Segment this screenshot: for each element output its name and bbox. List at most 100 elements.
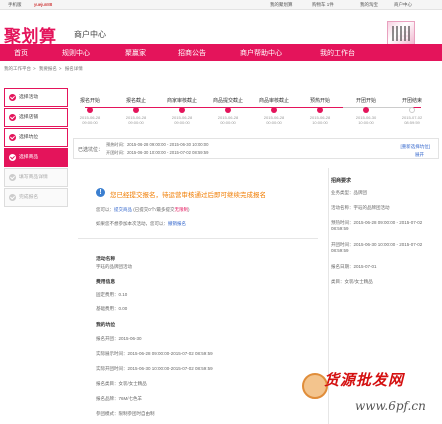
notice-actions: 您可以：提交商品 (已提交0个/最多提交无限制) bbox=[96, 207, 190, 212]
timeline-step-time: 2015-06-30 10:00:00 bbox=[355, 115, 377, 125]
req-date: 报名日期：2015-07-01 bbox=[331, 264, 377, 269]
divider bbox=[78, 238, 318, 239]
breadcrumb-item: 报名详情 bbox=[64, 66, 83, 71]
my-juhuasuan-link[interactable]: 我的聚划算 bbox=[270, 2, 293, 8]
nav-item-home[interactable]: 首页 bbox=[14, 48, 28, 58]
signup-steps-sidebar: 选择活动 选择店铺 选择坑位 选择商品 填写商品详情 完成报名 bbox=[4, 88, 68, 208]
req-category: 类目：女装/女士精品 bbox=[331, 279, 373, 284]
mobile-link[interactable]: 手机版 bbox=[8, 2, 22, 8]
timeline-step: 报名开始 2015-06-28 09:00:00 bbox=[73, 97, 107, 125]
open-date: 报名开团：2015-06-30 bbox=[96, 336, 142, 341]
activity-name: 宇珏的品牌团活动 bbox=[96, 264, 132, 269]
timeline-step: 商家审核截止 2015-06-28 09:00:00 bbox=[165, 97, 199, 125]
my-taobao-link[interactable]: 我的淘宝 bbox=[360, 2, 378, 8]
display-time: 实际展示时间：2015-06-28 09:00:00-2015-07-02 08… bbox=[96, 351, 213, 356]
timeline-step-time: 2015-06-28 09:00:00 bbox=[79, 115, 101, 125]
header: 聚划算 商户中心 bbox=[0, 10, 442, 47]
timeline-step-title: 开团结束 bbox=[401, 98, 422, 104]
timeline-step-title: 商家审核截止 bbox=[166, 98, 197, 104]
expand-link[interactable]: 展开 bbox=[415, 152, 424, 158]
fixed-fee: 固定费用：0.10 bbox=[96, 292, 128, 297]
preheat-time: 预热时间：2015-06-28 09:00:00 - 2015-06-30 10… bbox=[106, 142, 209, 147]
timeline-step-time: 2015-06-28 10:00:00 bbox=[309, 115, 331, 125]
nav-item-workbench[interactable]: 我的工作台 bbox=[320, 48, 355, 58]
req-preheat-time: 预热时间：2015-06-28 09:00:00 - 2015-07-02 08… bbox=[331, 220, 423, 231]
requirements-title: 招商要求 bbox=[331, 178, 352, 184]
my-pit-label: 我的坑位 bbox=[96, 323, 116, 328]
main-nav: 首页 规则中心 聚赢家 招商公告 商户帮助中心 我的工作台 bbox=[0, 44, 442, 61]
timeline-step: 商品提交截止 2015-06-28 00:00:00 bbox=[211, 97, 245, 125]
sidebar-item-product-details: 填写商品详情 bbox=[4, 168, 68, 187]
timeline-dot bbox=[225, 107, 231, 113]
breadcrumb-item[interactable]: 我的工作平台 bbox=[4, 66, 31, 71]
timeline-step: 商品审核截止 2015-06-28 00:00:00 bbox=[257, 97, 291, 125]
mode: 参团模式：限制参团时自由制 bbox=[96, 411, 155, 416]
cancel-signup-link[interactable]: 撤销报名 bbox=[168, 221, 186, 226]
nav-item-announcements[interactable]: 招商公告 bbox=[178, 48, 206, 58]
timeline-step: 开团开始 2015-06-30 10:00:00 bbox=[349, 97, 383, 125]
timeline-dot bbox=[317, 107, 323, 113]
sidebar-item-select-activity[interactable]: 选择活动 bbox=[4, 88, 68, 107]
req-open-time: 开团时间：2015-06-30 10:00:00 - 2015-07-02 08… bbox=[331, 242, 423, 253]
nav-item-help[interactable]: 商户帮助中心 bbox=[240, 48, 282, 58]
timeline-step-time: 2015-06-28 00:00:00 bbox=[263, 115, 285, 125]
sidebar-item-complete: 完成报名 bbox=[4, 188, 68, 207]
timeline-step-title: 报名截止 bbox=[125, 98, 146, 104]
timeline-step-title: 商品审核截止 bbox=[258, 98, 289, 104]
nav-item-juyingjia[interactable]: 聚赢家 bbox=[125, 48, 146, 58]
check-icon bbox=[9, 194, 16, 201]
sidebar-item-select-pit[interactable]: 选择坑位 bbox=[4, 128, 68, 147]
category: 报名类目：女装/女士精品 bbox=[96, 381, 147, 386]
open-time: 开团时间：2015-06-30 10:00:00 - 2015-07-02 08… bbox=[106, 150, 209, 155]
qr-code-icon bbox=[387, 21, 415, 46]
nav-item-rules[interactable]: 规则中心 bbox=[62, 48, 90, 58]
notice-cancel: 如果您不想参加本次活动，您可以：撤销报名 bbox=[96, 221, 186, 226]
timeline-step-title: 预热开始 bbox=[309, 98, 330, 104]
check-icon bbox=[9, 174, 16, 181]
watermark-logo: 货源批发网 www.6pf.cn bbox=[300, 367, 440, 422]
timeline-dot bbox=[363, 107, 369, 113]
base-fee: 基础费用：0.00 bbox=[96, 306, 128, 311]
sidebar-item-select-product[interactable]: 选择商品 bbox=[4, 148, 68, 167]
selected-pit-box: 已选坑位： 预热时间：2015-06-28 09:00:00 - 2015-06… bbox=[73, 138, 439, 159]
timeline-dot bbox=[271, 107, 277, 113]
req-activity-name: 活动名称：宇珏的品牌团活动 bbox=[331, 205, 390, 210]
brand: 报名品牌：76M/七色羊 bbox=[96, 396, 143, 401]
watermark-text: 货源批发网 bbox=[324, 371, 405, 389]
check-icon bbox=[9, 134, 16, 141]
user-login-link[interactable]: yuejun88 bbox=[34, 2, 52, 7]
timeline-dot bbox=[179, 107, 185, 113]
reselect-pit-link[interactable]: [重新选择坑位] bbox=[401, 144, 431, 150]
notice-title: 您已经提交报名，待运营审核通过后即可继续完成报名 bbox=[110, 192, 266, 199]
timeline-dot bbox=[133, 107, 139, 113]
timeline-step-time: 2015-06-28 00:00:00 bbox=[217, 115, 239, 125]
check-icon bbox=[9, 114, 16, 121]
timeline-step-title: 商品提交截止 bbox=[212, 98, 243, 104]
timeline-step-time: 2015-06-28 09:00:00 bbox=[125, 115, 147, 125]
timeline-step: 开团结束 2015-07-02 08:59:59 bbox=[395, 97, 429, 125]
check-icon bbox=[9, 154, 16, 161]
submit-product-link[interactable]: 提交商品 bbox=[114, 207, 132, 212]
info-icon: ! bbox=[96, 188, 105, 197]
timeline-step-title: 开团开始 bbox=[355, 98, 376, 104]
seller-center-link[interactable]: 商户中心 bbox=[394, 2, 412, 8]
check-icon bbox=[9, 94, 16, 101]
timeline-step: 预热开始 2015-06-28 10:00:00 bbox=[303, 97, 337, 125]
timeline-step-time: 2015-07-02 08:59:59 bbox=[401, 115, 423, 125]
cart-link[interactable]: 购物车 1件 bbox=[312, 2, 334, 8]
breadcrumb-item[interactable]: 我要报名 bbox=[39, 66, 57, 71]
timeline-steps: 报名开始 2015-06-28 09:00:00 报名截止 2015-06-28 09… bbox=[73, 97, 439, 137]
watermark-url: www.6pf.cn bbox=[355, 399, 426, 413]
sidebar-item-select-shop[interactable]: 选择店铺 bbox=[4, 108, 68, 127]
main-content: ! 您已经提交报名，待运营审核通过后即可继续完成报名 您可以：提交商品 (已提交… bbox=[78, 168, 318, 424]
req-business-type: 业务类型：品牌团 bbox=[331, 190, 367, 195]
timeline-step: 报名截止 2015-06-28 09:00:00 bbox=[119, 97, 153, 125]
breadcrumb: 我的工作平台 > 我要报名 > 报名详情 bbox=[4, 66, 83, 71]
open-time-detail: 实际开团时间：2015-06-30 10:00:00-2015-07-02 08… bbox=[96, 366, 213, 371]
timeline-dot bbox=[409, 107, 415, 113]
timeline-step-time: 2015-06-28 09:00:00 bbox=[171, 115, 193, 125]
header-subtitle: 商户中心 bbox=[74, 30, 106, 39]
fee-label: 费用信息 bbox=[96, 280, 116, 285]
timeline-step-title: 报名开始 bbox=[79, 98, 100, 104]
activity-name-label: 活动名称 bbox=[96, 257, 116, 262]
